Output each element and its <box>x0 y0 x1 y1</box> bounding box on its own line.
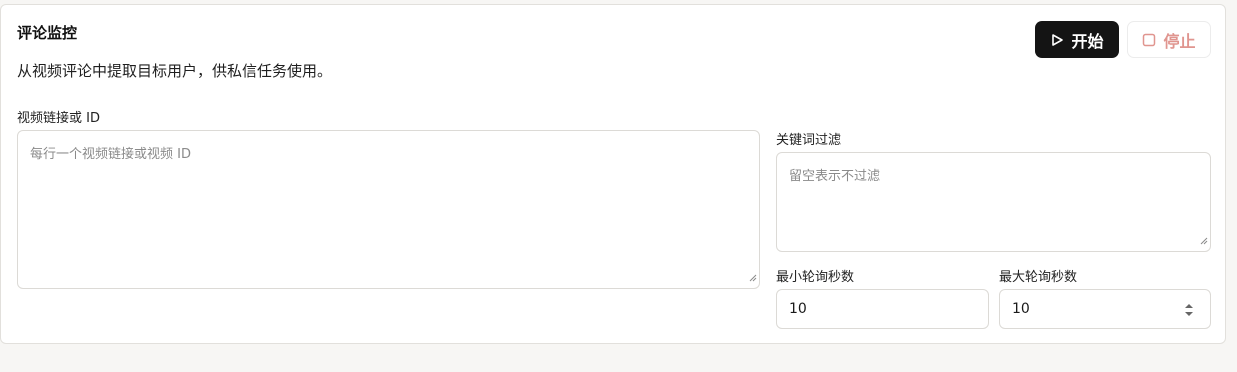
stop-square-icon <box>1142 33 1156 47</box>
min-poll-value: 10 <box>789 301 807 317</box>
number-spinner-icon[interactable] <box>1184 302 1194 321</box>
start-button[interactable]: 开始 <box>1035 21 1119 58</box>
keyword-filter-placeholder: 留空表示不过滤 <box>789 169 881 184</box>
comment-monitor-panel: 评论监控 从视频评论中提取目标用户，供私信任务使用。 开始 停止 视频链接或 I… <box>0 4 1226 344</box>
min-poll-label: 最小轮询秒数 <box>776 270 855 285</box>
resize-handle-icon[interactable] <box>748 267 757 286</box>
start-button-label: 开始 <box>1071 31 1104 51</box>
video-links-textarea[interactable]: 每行一个视频链接或视频 ID <box>17 130 760 289</box>
play-icon <box>1050 33 1064 47</box>
stop-button[interactable]: 停止 <box>1127 21 1211 58</box>
max-poll-value: 10 <box>1012 301 1030 317</box>
max-poll-label: 最大轮询秒数 <box>999 270 1078 285</box>
panel-description: 从视频评论中提取目标用户，供私信任务使用。 <box>17 62 333 80</box>
panel-title: 评论监控 <box>17 24 78 42</box>
video-links-placeholder: 每行一个视频链接或视频 ID <box>30 147 191 162</box>
video-links-label: 视频链接或 ID <box>17 111 100 126</box>
stop-button-label: 停止 <box>1163 31 1196 51</box>
max-poll-input[interactable]: 10 <box>999 289 1211 329</box>
keyword-filter-textarea[interactable]: 留空表示不过滤 <box>776 152 1211 252</box>
keyword-filter-label: 关键词过滤 <box>776 133 842 148</box>
resize-handle-icon[interactable] <box>1199 230 1208 249</box>
min-poll-input[interactable]: 10 <box>776 289 989 329</box>
